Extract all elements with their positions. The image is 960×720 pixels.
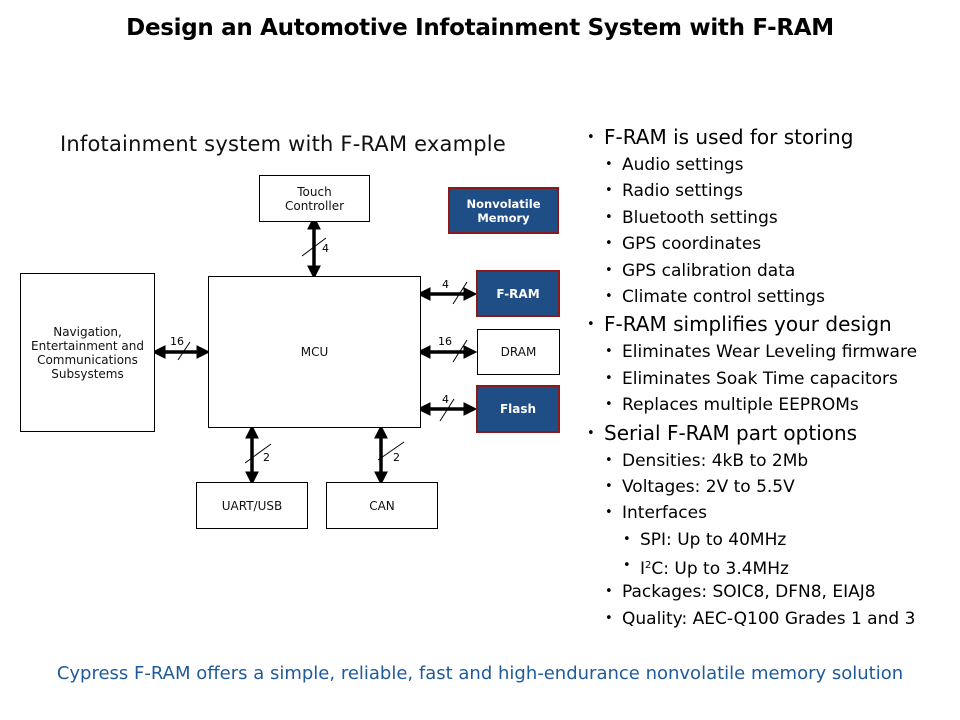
mcu-block: MCU xyxy=(208,276,421,428)
bullet-text: SPI: Up to 40MHz xyxy=(640,529,787,550)
bullet-item: SPI: Up to 40MHz xyxy=(587,527,957,554)
bullet-item: Bluetooth settings xyxy=(587,205,957,232)
feature-bullet-list: F-RAM is used for storing Audio settings R… xyxy=(587,123,957,633)
bus-can-width: 2 xyxy=(393,451,400,464)
bus-nav-width: 16 xyxy=(170,335,184,348)
footer-tagline: Cypress F-RAM offers a simple, reliable,… xyxy=(56,663,904,684)
nonvolatile-memory-legend: Nonvolatile Memory xyxy=(448,187,559,234)
bullet-item: Interfaces xyxy=(587,500,957,527)
bullet-text: F-RAM simplifies your design xyxy=(604,312,892,337)
bullet-text: Serial F-RAM part options xyxy=(604,420,858,445)
bullet-text: Climate control settings xyxy=(622,286,825,307)
bullet-item: I2C: Up to 3.4MHz xyxy=(587,553,957,580)
bullet-text: Radio settings xyxy=(622,181,743,202)
bullet-heading: F-RAM simplifies your design xyxy=(587,310,957,339)
uart-usb-block: UART/USB xyxy=(196,482,308,529)
bullet-item: Eliminates Wear Leveling firmware xyxy=(587,339,957,366)
bus-flash-width: 4 xyxy=(442,393,449,406)
navigation-subsystems-block: Navigation, Entertainment and Communicat… xyxy=(20,273,155,432)
bullet-item: Quality: AEC-Q100 Grades 1 and 3 xyxy=(587,606,957,633)
bullet-text: Eliminates Soak Time capacitors xyxy=(622,368,898,389)
bullet-text: GPS coordinates xyxy=(622,234,762,255)
bullet-text: Packages: SOIC8, DFN8, EIAJ8 xyxy=(622,582,876,603)
bullet-text: Densities: 4kB to 2Mb xyxy=(622,450,809,471)
bullet-text: Eliminates Wear Leveling firmware xyxy=(622,342,918,363)
bullet-text: F-RAM is used for storing xyxy=(604,125,854,149)
bullet-text: GPS calibration data xyxy=(622,260,796,281)
bullet-text: Voltages: 2V to 5.5V xyxy=(622,476,795,497)
bullet-item: Radio settings xyxy=(587,178,957,205)
bullet-item: Replaces multiple EEPROMs xyxy=(587,392,957,419)
bullet-item: Climate control settings xyxy=(587,284,957,311)
bullet-text: Replaces multiple EEPROMs xyxy=(622,395,859,416)
bullet-heading: Serial F-RAM part options xyxy=(587,419,957,448)
bullet-text: Bluetooth settings xyxy=(622,207,778,228)
touch-controller-block: Touch Controller xyxy=(259,175,370,222)
bullet-text: Interfaces xyxy=(622,503,707,524)
bus-fram-width: 4 xyxy=(442,278,449,291)
bullet-item: GPS coordinates xyxy=(587,231,957,258)
bullet-heading: F-RAM is used for storing xyxy=(587,123,957,152)
bullet-item: Voltages: 2V to 5.5V xyxy=(587,474,957,501)
bullet-text: Audio settings xyxy=(622,155,744,175)
dram-block: DRAM xyxy=(477,329,560,375)
bus-dram-width: 16 xyxy=(438,335,452,348)
bus-touch-width: 4 xyxy=(322,242,329,255)
can-block: CAN xyxy=(326,482,438,529)
bullet-item: Eliminates Soak Time capacitors xyxy=(587,366,957,393)
bullet-text: Quality: AEC-Q100 Grades 1 and 3 xyxy=(622,608,916,629)
bullet-item: Audio settings xyxy=(587,152,957,179)
bus-uart-width: 2 xyxy=(263,451,270,464)
bullet-item: Densities: 4kB to 2Mb xyxy=(587,448,957,475)
fram-block: F-RAM xyxy=(476,270,560,317)
bullet-item: Packages: SOIC8, DFN8, EIAJ8 xyxy=(587,579,957,606)
flash-block: Flash xyxy=(476,385,560,433)
bullet-item: GPS calibration data xyxy=(587,258,957,285)
bullet-text-suffix: C: Up to 3.4MHz xyxy=(651,559,789,580)
